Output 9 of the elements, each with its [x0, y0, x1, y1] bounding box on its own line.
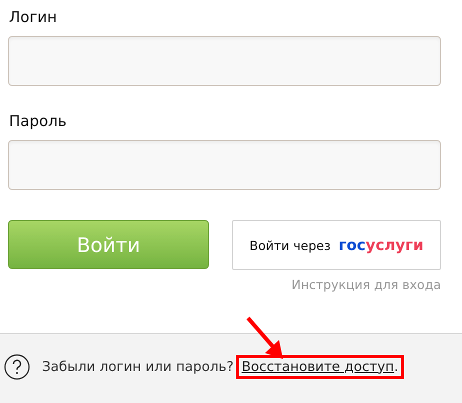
period-text: . [394, 358, 398, 374]
input-field[interactable] [8, 36, 441, 86]
input-field[interactable] [8, 140, 441, 190]
help-text: Забыли логин или пароль? [42, 358, 234, 374]
field-label: Логин [9, 7, 58, 28]
help-icon [4, 354, 30, 380]
gosuslugi-button[interactable]: Войти через госуслуги [232, 220, 441, 270]
field-label: Пароль [9, 111, 68, 132]
restore-access-link[interactable]: Восстановите доступ [242, 358, 394, 374]
